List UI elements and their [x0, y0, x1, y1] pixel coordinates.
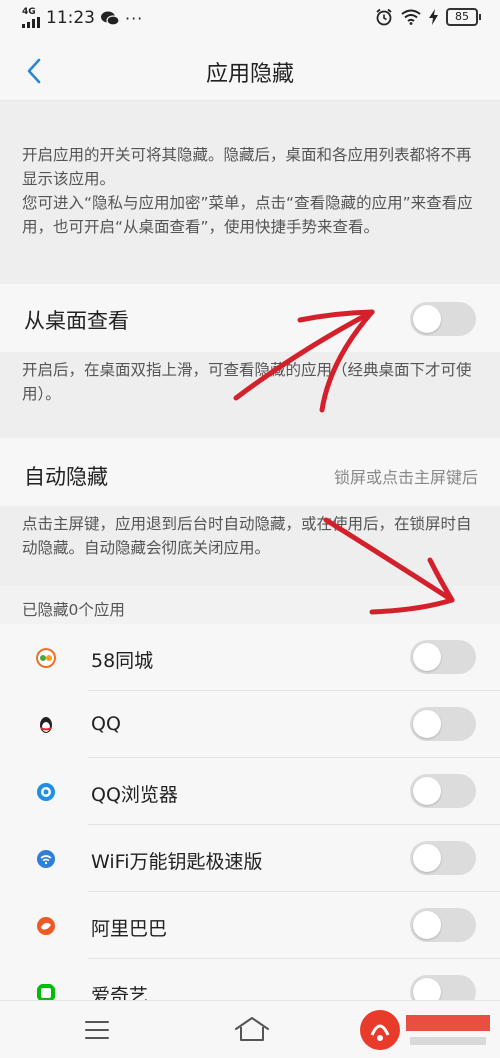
app-name: WiFi万能钥匙极速版 [91, 851, 263, 873]
alibaba-icon [37, 917, 55, 935]
list-item[interactable]: QQ [0, 691, 500, 758]
toggle-knob [413, 844, 441, 872]
list-item[interactable]: 阿里巴巴 [0, 892, 500, 959]
app-hide-toggle[interactable] [410, 707, 476, 741]
toggle-knob [413, 710, 441, 738]
status-bar: 4G 11:23 ··· 85 [0, 0, 500, 40]
auto-hide-value: 锁屏或点击主屏键后 [333, 468, 478, 487]
app-name: 爱奇艺 [91, 985, 149, 1000]
list-item[interactable]: 爱奇艺 [0, 959, 500, 1000]
app-hide-toggle[interactable] [410, 975, 476, 1000]
toggle-knob [413, 777, 441, 805]
toggle-knob [413, 911, 441, 939]
charging-icon [429, 9, 438, 25]
network-type: 4G [22, 7, 36, 17]
list-item[interactable]: 58同城 [0, 624, 500, 691]
qq-browser-icon [37, 783, 55, 801]
status-time: 11:23 [46, 8, 95, 28]
app-name: QQ [91, 713, 121, 735]
intro-description: 开启应用的开关可将其隐藏。隐藏后，桌面和各应用列表都将不再显示该应用。 您可进入… [0, 101, 500, 284]
app-hide-toggle[interactable] [410, 640, 476, 674]
app-name: QQ浏览器 [91, 784, 178, 806]
system-navigation-bar [0, 1000, 500, 1058]
view-from-desktop-toggle[interactable] [410, 302, 476, 336]
app-name: 58同城 [91, 650, 154, 672]
58-tongcheng-icon [36, 648, 56, 668]
auto-hide-label: 自动隐藏 [24, 465, 108, 489]
auto-hide-desc-text: 点击主屏键，应用退到后台时自动隐藏，或在使用后，在锁屏时自动隐藏。自动隐藏会彻底… [22, 515, 472, 557]
auto-hide-description: 点击主屏键，应用退到后台时自动隐藏，或在使用后，在锁屏时自动隐藏。自动隐藏会彻底… [0, 506, 500, 586]
signal-icon: 4G [22, 8, 40, 28]
status-left: 4G 11:23 ··· [22, 8, 143, 28]
status-right: 85 [375, 8, 481, 26]
more-notifications-icon: ··· [125, 8, 144, 28]
wechat-icon [101, 11, 119, 26]
toggle-knob [413, 643, 441, 671]
view-from-desktop-row[interactable]: 从桌面查看 [0, 284, 500, 352]
iqiyi-icon [37, 984, 55, 1000]
wifi-icon [401, 9, 421, 25]
app-hide-toggle[interactable] [410, 774, 476, 808]
view-from-desktop-description: 开启后，在桌面双指上滑，可查看隐藏的应用（经典桌面下才可使用）。 [0, 352, 500, 438]
home-button[interactable] [233, 1015, 271, 1043]
wifi-key-icon [37, 850, 55, 868]
watermark-logo [360, 1010, 490, 1050]
intro-line-2: 您可进入“隐私与应用加密”菜单，点击“查看隐藏的应用”来查看应用，也可开启“从桌… [22, 194, 473, 236]
view-from-desktop-label: 从桌面查看 [24, 309, 129, 333]
page-title: 应用隐藏 [205, 62, 294, 87]
app-name: 阿里巴巴 [91, 918, 168, 940]
toggle-knob [413, 978, 441, 1000]
battery-level: 85 [446, 8, 481, 26]
view-from-desktop-desc-text: 开启后，在桌面双指上滑，可查看隐藏的应用（经典桌面下才可使用）。 [22, 361, 472, 403]
app-hide-toggle[interactable] [410, 841, 476, 875]
list-item[interactable]: WiFi万能钥匙极速版 [0, 825, 500, 892]
intro-line-1: 开启应用的开关可将其隐藏。隐藏后，桌面和各应用列表都将不再显示该应用。 [22, 146, 472, 188]
alarm-icon [376, 8, 392, 26]
toggle-knob [413, 305, 441, 333]
hidden-apps-count: 已隐藏0个应用 [22, 601, 125, 619]
app-hide-toggle[interactable] [410, 908, 476, 942]
qq-penguin-icon [40, 717, 52, 733]
navigation-bar: 应用隐藏 [0, 40, 500, 101]
menu-button[interactable] [84, 1019, 110, 1041]
auto-hide-row[interactable]: 自动隐藏 锁屏或点击主屏键后 [0, 438, 500, 506]
list-item[interactable]: QQ浏览器 [0, 758, 500, 825]
app-list: 58同城 QQ QQ浏览器 WiFi万能钥匙极速版 阿里巴巴 爱奇艺 [0, 624, 500, 1000]
